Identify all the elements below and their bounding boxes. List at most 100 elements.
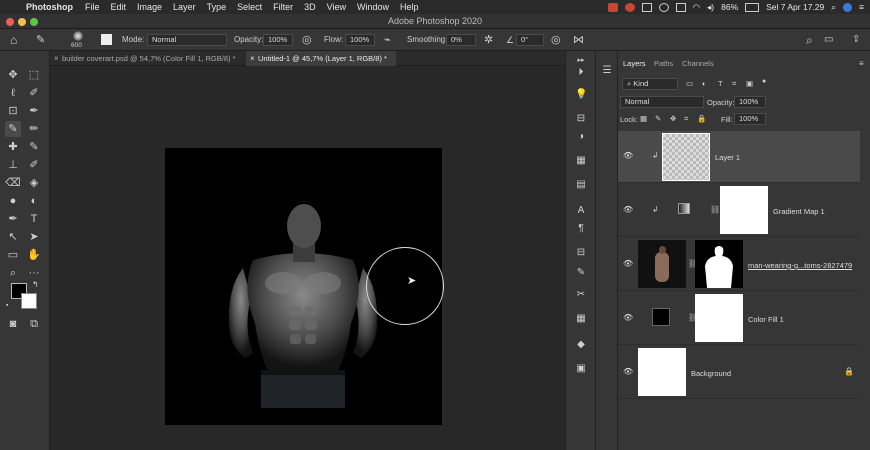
lock-image-icon[interactable]: ✎ <box>655 114 661 123</box>
paragraph-icon[interactable]: ¶ <box>575 223 587 235</box>
art-brush-tool-icon[interactable]: ✐ <box>26 157 42 173</box>
user-icon[interactable] <box>843 2 853 12</box>
link-icon[interactable]: ⛓ <box>710 205 720 214</box>
lock-transparent-icon[interactable]: ▦ <box>640 114 647 123</box>
adjustments-icon[interactable]: ◑ <box>575 131 587 143</box>
tab-layers[interactable]: Layers <box>623 57 646 71</box>
lock-icon[interactable]: 🔒 <box>844 367 854 376</box>
menu-image[interactable]: Image <box>137 2 162 12</box>
app-menu[interactable]: Photoshop <box>26 2 73 12</box>
path-select-tool-icon[interactable]: ↖ <box>5 229 21 245</box>
filter-shape-icon[interactable]: ⌗ <box>732 79 736 89</box>
opacity-field[interactable]: 100% <box>263 34 293 46</box>
wifi-icon[interactable]: ◠ <box>693 2 700 13</box>
paint-bucket-tool-icon[interactable]: ◈ <box>26 175 42 191</box>
close-window-button[interactable] <box>6 18 14 26</box>
minimize-window-button[interactable] <box>18 18 26 26</box>
visibility-eye-icon[interactable]: 👁 <box>623 367 633 376</box>
color-fill-swatch[interactable] <box>652 308 670 326</box>
dodge-tool-icon[interactable]: ◐ <box>26 193 42 209</box>
layer-comps-icon[interactable]: ▣ <box>575 363 587 375</box>
properties-icon[interactable]: ▤ <box>575 179 587 191</box>
panel-menu-icon[interactable]: ≡ <box>859 59 864 68</box>
move-tool-icon[interactable]: ✥ <box>5 67 21 83</box>
stamp-tool-icon[interactable]: ⊥ <box>5 157 21 173</box>
lasso-tool-icon[interactable]: ℓ <box>5 85 21 101</box>
lock-all-icon[interactable]: 🔒 <box>697 114 706 123</box>
filter-pixel-icon[interactable]: ▭ <box>686 79 693 88</box>
fill-field[interactable]: 100% <box>734 113 766 125</box>
tab-paths[interactable]: Paths <box>654 57 673 71</box>
eyedropper-tool-icon[interactable]: ✒ <box>26 103 42 119</box>
volume-icon[interactable]: ◂) <box>707 2 714 13</box>
brush-preset-picker[interactable]: 600 <box>66 29 90 51</box>
workspace-icon[interactable]: ▭ <box>824 29 833 51</box>
menu-filter[interactable]: Filter <box>273 2 293 12</box>
filter-smart-object-icon[interactable]: ▣ <box>746 79 753 88</box>
rectangle-tool-icon[interactable]: ▭ <box>5 247 21 263</box>
filter-toggle-icon[interactable]: ● <box>762 78 766 85</box>
canvas-area[interactable]: ➤ <box>50 66 565 450</box>
crop-tool-icon[interactable]: ⊡ <box>5 103 21 119</box>
tab-builder-coverart[interactable]: × builder coverart.psd @ 54,7% (Color Fi… <box>50 51 246 66</box>
swap-colors-icon[interactable]: ↰ <box>32 280 39 289</box>
close-tab-icon[interactable]: × <box>54 51 59 66</box>
blend-mode-select[interactable]: Normal <box>620 96 704 108</box>
status-icon-2[interactable] <box>658 2 669 12</box>
layer-row-man-photo[interactable]: 👁 ⛓ man-wearing-g...toms-2827479 <box>618 237 860 291</box>
eraser-tool-icon[interactable]: ⌫ <box>5 175 21 191</box>
brush-settings-icon[interactable] <box>101 34 112 45</box>
default-colors-icon[interactable]: ▪ <box>6 302 8 309</box>
tab-untitled-1[interactable]: × Untitled-1 @ 45,7% (Layer 1, RGB/8) * <box>246 51 396 66</box>
pencil-tool-icon[interactable]: ✏ <box>26 121 42 137</box>
angle-icon[interactable]: ∠ <box>506 29 514 51</box>
pressure-size-icon[interactable]: ◎ <box>551 29 561 51</box>
visibility-eye-icon[interactable]: 👁 <box>623 259 633 268</box>
menu-file[interactable]: File <box>85 2 100 12</box>
zoom-window-button[interactable] <box>30 18 38 26</box>
status-app-icon-2[interactable] <box>624 2 635 12</box>
search-icon[interactable]: ⌕ <box>806 29 813 51</box>
display-icon[interactable] <box>675 2 686 12</box>
zoom-tool-icon[interactable]: ⌕ <box>5 265 21 281</box>
share-icon[interactable]: ⇪ <box>852 29 860 51</box>
pressure-opacity-icon[interactable]: ◎ <box>302 29 312 51</box>
history-brush-tool-icon[interactable]: ✎ <box>26 139 42 155</box>
layer-row-gradient-map-1[interactable]: 👁 ↲ ⛓ Gradient Map 1 <box>618 183 860 237</box>
tab-channels[interactable]: Channels <box>682 57 714 71</box>
menu-3d[interactable]: 3D <box>304 2 316 12</box>
quick-select-tool-icon[interactable]: ✐ <box>26 85 42 101</box>
mode-select[interactable]: Normal <box>147 34 227 46</box>
lock-position-icon[interactable]: ✥ <box>670 114 676 123</box>
flow-field[interactable]: 100% <box>345 34 375 46</box>
smoothing-field[interactable]: 0% <box>446 34 476 46</box>
symmetry-icon[interactable]: ⋈ <box>573 29 584 51</box>
visibility-eye-icon[interactable]: 👁 <box>623 205 633 214</box>
panel-options-icon[interactable]: ☰ <box>601 65 613 77</box>
table-icon[interactable]: ▦ <box>575 313 587 325</box>
visibility-eye-icon[interactable]: 👁 <box>623 313 633 322</box>
swatches-icon[interactable]: ▦ <box>575 155 587 167</box>
kind-filter-select[interactable]: ⌕ Kind <box>622 78 678 90</box>
marquee-tool-icon[interactable]: ⬚ <box>26 67 42 83</box>
lock-artboard-icon[interactable]: ⌗ <box>684 114 688 124</box>
menu-layer[interactable]: Layer <box>173 2 196 12</box>
layer-row-layer-1[interactable]: 👁 ↲ Layer 1 <box>618 131 860 183</box>
menu-window[interactable]: Window <box>357 2 389 12</box>
blur-tool-icon[interactable]: ● <box>5 193 21 209</box>
background-color-swatch[interactable] <box>21 293 37 309</box>
screen-mode-icon[interactable]: ⧉ <box>26 316 42 332</box>
filter-adjustment-icon[interactable]: ◐ <box>702 79 707 88</box>
glyphs-icon[interactable]: ⊟ <box>575 247 587 259</box>
healing-tool-icon[interactable]: ✚ <box>5 139 21 155</box>
home-icon[interactable]: ⌂ <box>10 29 17 51</box>
status-icon[interactable] <box>641 2 652 12</box>
menu-help[interactable]: Help <box>400 2 419 12</box>
angle-field[interactable]: 0° <box>516 34 544 46</box>
airbrush-icon[interactable]: ⌁ <box>384 29 391 51</box>
battery-icon[interactable] <box>745 2 760 12</box>
type-tool-icon[interactable]: T <box>26 211 42 227</box>
learn-icon[interactable]: 💡 <box>575 89 587 101</box>
menu-select[interactable]: Select <box>237 2 262 12</box>
layer-opacity-field[interactable]: 100% <box>734 96 766 108</box>
